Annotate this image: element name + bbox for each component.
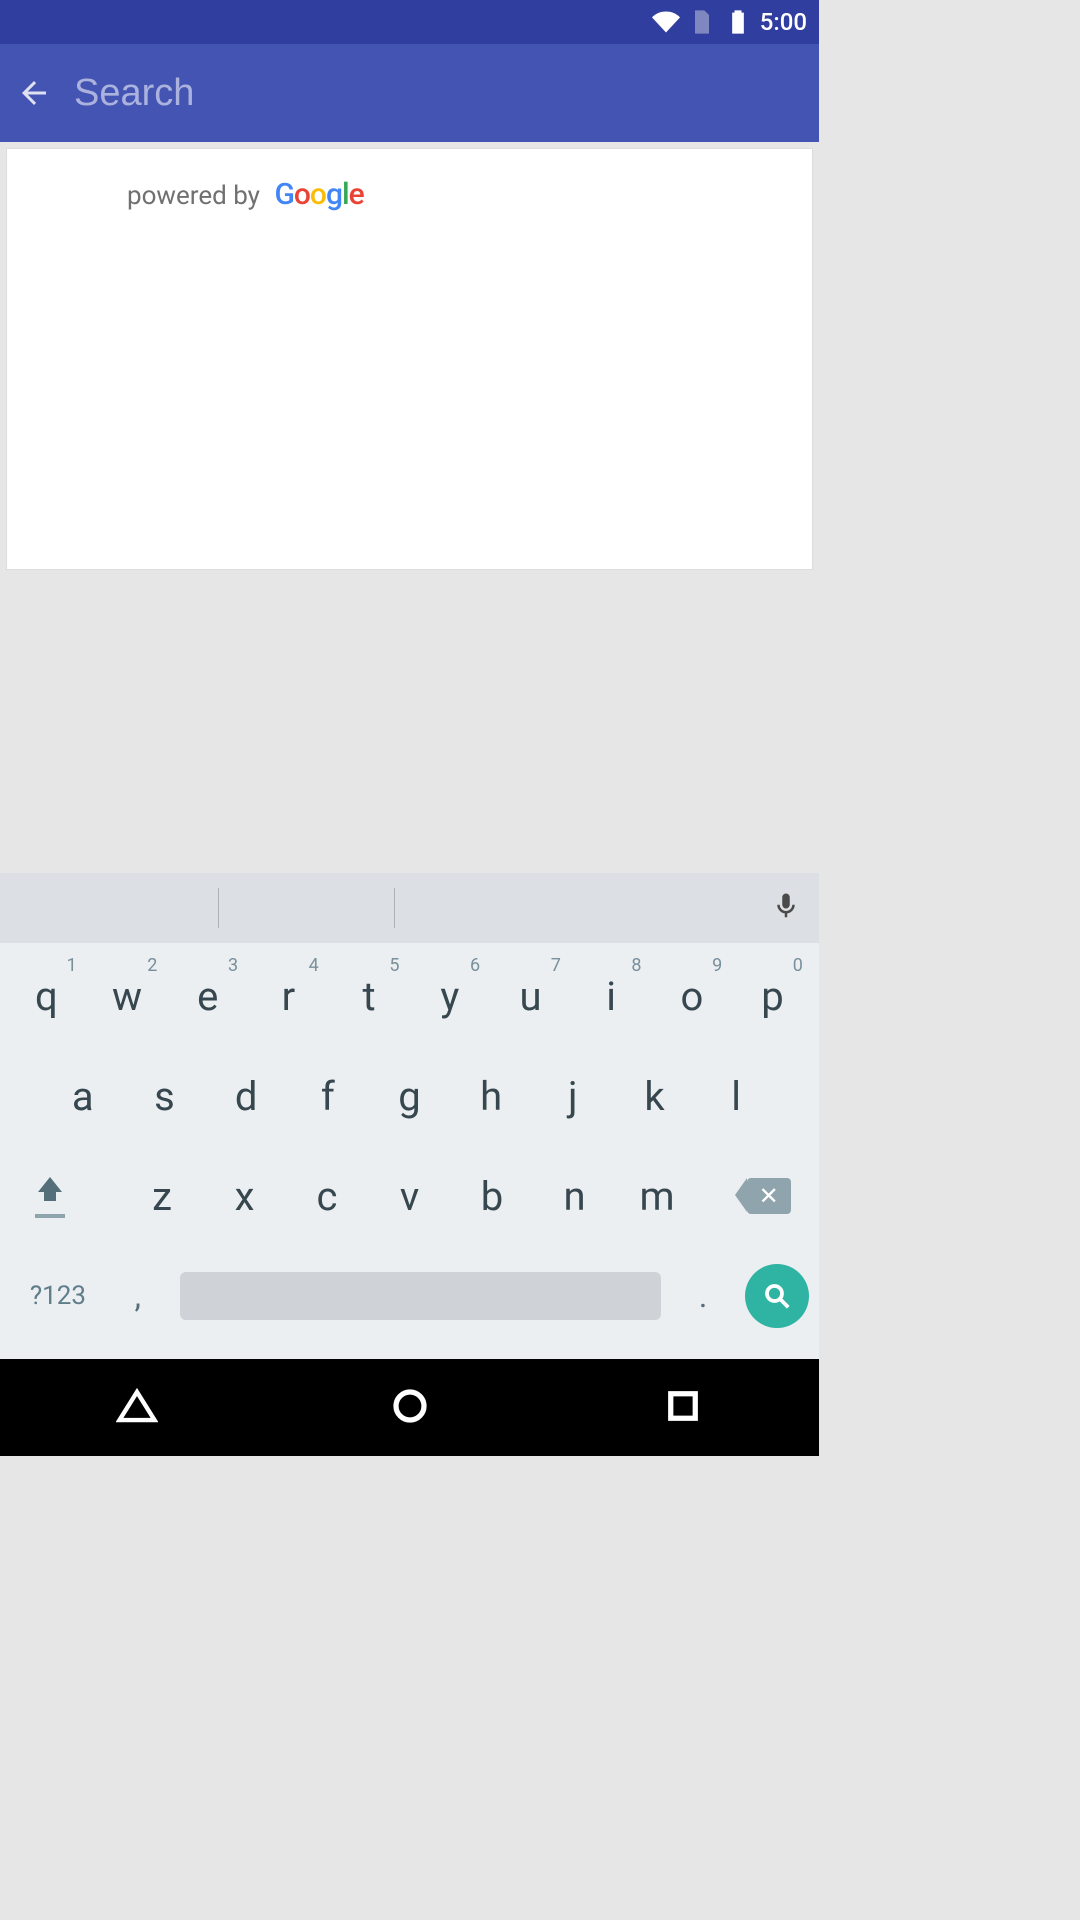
key-row-2: asdfghjkl bbox=[2, 1049, 817, 1143]
key-u[interactable]: u7 bbox=[490, 949, 571, 1043]
key-x[interactable]: x bbox=[203, 1149, 286, 1243]
key-a[interactable]: a bbox=[42, 1049, 124, 1143]
key-n[interactable]: n bbox=[533, 1149, 616, 1243]
key-l[interactable]: l bbox=[695, 1049, 777, 1143]
status-bar: 5:00 bbox=[0, 0, 819, 44]
nav-back-icon[interactable] bbox=[116, 1385, 158, 1431]
nav-recent-icon[interactable] bbox=[662, 1385, 704, 1431]
powered-by-label: powered by bbox=[127, 181, 260, 211]
key-p[interactable]: p0 bbox=[732, 949, 813, 1043]
key-g[interactable]: g bbox=[369, 1049, 451, 1143]
status-time: 5:00 bbox=[760, 8, 807, 36]
key-i[interactable]: i8 bbox=[571, 949, 652, 1043]
symbols-key[interactable]: ?123 bbox=[10, 1249, 106, 1343]
key-j[interactable]: j bbox=[532, 1049, 614, 1143]
key-row-1: q1w2e3r4t5y6u7i8o9p0 bbox=[2, 949, 817, 1043]
key-m[interactable]: m bbox=[616, 1149, 699, 1243]
app-bar bbox=[0, 44, 819, 142]
key-y[interactable]: y6 bbox=[409, 949, 490, 1043]
nav-bar bbox=[0, 1359, 819, 1456]
key-z[interactable]: z bbox=[121, 1149, 204, 1243]
suggestion-bar bbox=[0, 873, 819, 943]
wifi-icon bbox=[652, 8, 680, 36]
key-k[interactable]: k bbox=[614, 1049, 696, 1143]
key-t[interactable]: t5 bbox=[329, 949, 410, 1043]
comma-key[interactable]: , bbox=[106, 1249, 170, 1343]
mic-icon[interactable] bbox=[771, 891, 801, 925]
content-area: powered by Google bbox=[0, 142, 819, 576]
key-b[interactable]: b bbox=[451, 1149, 534, 1243]
key-f[interactable]: f bbox=[287, 1049, 369, 1143]
key-d[interactable]: d bbox=[205, 1049, 287, 1143]
back-icon[interactable] bbox=[16, 75, 52, 111]
results-card: powered by Google bbox=[6, 148, 813, 570]
nav-home-icon[interactable] bbox=[389, 1385, 431, 1431]
row3-letters: zxcvbnm bbox=[95, 1149, 724, 1243]
key-q[interactable]: q1 bbox=[6, 949, 87, 1043]
key-r[interactable]: r4 bbox=[248, 949, 329, 1043]
no-sim-icon bbox=[688, 8, 716, 36]
search-input[interactable] bbox=[74, 72, 803, 115]
battery-icon bbox=[724, 8, 752, 36]
space-key[interactable] bbox=[180, 1272, 661, 1320]
suggest-divider bbox=[218, 888, 219, 928]
key-s[interactable]: s bbox=[124, 1049, 206, 1143]
suggest-divider bbox=[394, 888, 395, 928]
search-enter-key[interactable] bbox=[745, 1264, 809, 1328]
key-c[interactable]: c bbox=[286, 1149, 369, 1243]
period-key[interactable]: . bbox=[671, 1249, 735, 1343]
backspace-key[interactable]: ✕ bbox=[724, 1149, 813, 1243]
key-e[interactable]: e3 bbox=[167, 949, 248, 1043]
keyboard: q1w2e3r4t5y6u7i8o9p0 asdfghjkl zxcvbnm ✕… bbox=[0, 873, 819, 1359]
shift-key[interactable] bbox=[6, 1149, 95, 1243]
key-o[interactable]: o9 bbox=[652, 949, 733, 1043]
key-v[interactable]: v bbox=[368, 1149, 451, 1243]
key-row-4: ?123 , . bbox=[2, 1249, 817, 1343]
key-row-3: zxcvbnm ✕ bbox=[2, 1149, 817, 1243]
key-w[interactable]: w2 bbox=[87, 949, 168, 1043]
key-h[interactable]: h bbox=[450, 1049, 532, 1143]
google-logo: Google bbox=[274, 177, 363, 212]
